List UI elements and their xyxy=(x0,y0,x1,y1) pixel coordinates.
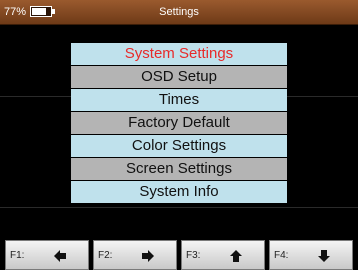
f1-key[interactable]: F1: xyxy=(5,240,89,270)
f2-key[interactable]: F2: xyxy=(93,240,177,270)
f3-key-label: F3: xyxy=(186,250,201,261)
divider-line xyxy=(0,207,358,208)
arrow-up-icon xyxy=(230,250,242,262)
menu-item-times[interactable]: Times xyxy=(71,89,287,111)
menu-item-osd-setup[interactable]: OSD Setup xyxy=(71,66,287,88)
menu-item-screen-settings[interactable]: Screen Settings xyxy=(71,158,287,180)
arrow-left-icon xyxy=(54,250,66,262)
title-bar: 77% Settings xyxy=(0,0,358,25)
settings-screen: 77% Settings System Settings OSD Setup T… xyxy=(0,0,358,270)
f4-key-label: F4: xyxy=(274,250,289,261)
f1-key-label: F1: xyxy=(10,250,25,261)
window-title: Settings xyxy=(159,6,199,18)
menu-item-factory-default[interactable]: Factory Default xyxy=(71,112,287,134)
function-key-bar: F1: F2: F3: F4: xyxy=(0,240,358,270)
settings-menu: System Settings OSD Setup Times Factory … xyxy=(71,43,287,204)
f3-key[interactable]: F3: xyxy=(181,240,265,270)
arrow-right-icon xyxy=(142,250,154,262)
f4-key[interactable]: F4: xyxy=(269,240,353,270)
menu-item-system-settings[interactable]: System Settings xyxy=(71,43,287,65)
f2-key-label: F2: xyxy=(98,250,113,261)
menu-item-system-info[interactable]: System Info xyxy=(71,181,287,203)
menu-item-color-settings[interactable]: Color Settings xyxy=(71,135,287,157)
arrow-down-icon xyxy=(318,250,330,262)
